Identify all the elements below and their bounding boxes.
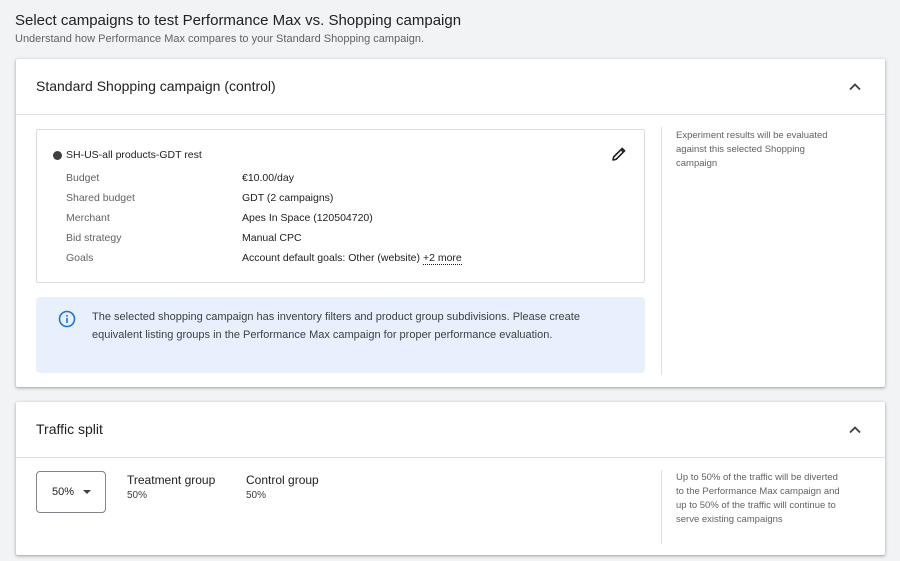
merchant-value: Apes In Space (120504720) bbox=[242, 212, 373, 224]
bid-strategy-label: Bid strategy bbox=[66, 232, 122, 244]
shared-budget-label: Shared budget bbox=[66, 192, 135, 204]
traffic-split-select[interactable]: 50% bbox=[36, 471, 106, 513]
caret-down-icon bbox=[83, 490, 91, 494]
info-text: The selected shopping campaign has inven… bbox=[92, 311, 580, 341]
goals-more-link[interactable]: +2 more bbox=[422, 252, 462, 265]
info-banner: The selected shopping campaign has inven… bbox=[36, 297, 645, 373]
control-group-label: Control group bbox=[246, 473, 319, 487]
traffic-split-card: Traffic split 50% Treatment group 50% Co… bbox=[16, 402, 885, 555]
traffic-split-value: 50% bbox=[52, 486, 75, 498]
control-group-value: 50% bbox=[246, 490, 267, 501]
campaign-summary: SH-US-all products-GDT rest Budget €10.0… bbox=[36, 129, 645, 283]
shared-budget-value: GDT (2 campaigns) bbox=[242, 192, 334, 204]
info-icon bbox=[58, 310, 76, 328]
goals-value: Account default goals: Other (website) +… bbox=[242, 252, 462, 265]
control-card-header[interactable]: Standard Shopping campaign (control) bbox=[16, 59, 885, 115]
treatment-group-label: Treatment group bbox=[127, 473, 216, 487]
control-side-note: Experiment results will be evaluated aga… bbox=[676, 130, 828, 169]
goals-label: Goals bbox=[66, 252, 94, 264]
chevron-up-icon[interactable] bbox=[847, 422, 863, 438]
campaign-name: SH-US-all products-GDT rest bbox=[66, 149, 202, 161]
merchant-label: Merchant bbox=[66, 212, 110, 224]
chevron-up-icon[interactable] bbox=[847, 79, 863, 95]
traffic-card-header[interactable]: Traffic split bbox=[16, 402, 885, 458]
pencil-icon[interactable] bbox=[610, 145, 628, 163]
budget-label: Budget bbox=[66, 172, 100, 184]
page-title: Select campaigns to test Performance Max… bbox=[15, 12, 462, 29]
traffic-side-note: Up to 50% of the traffic will be diverte… bbox=[676, 472, 840, 525]
control-card-title: Standard Shopping campaign (control) bbox=[36, 78, 276, 94]
page-subtitle: Understand how Performance Max compares … bbox=[15, 33, 425, 45]
divider bbox=[661, 470, 662, 544]
goals-text: Account default goals: Other (website) bbox=[242, 252, 421, 264]
campaign-status-dot-icon bbox=[53, 151, 62, 160]
control-campaign-card: Standard Shopping campaign (control) SH-… bbox=[16, 59, 885, 387]
bid-strategy-value: Manual CPC bbox=[242, 232, 302, 244]
budget-value: €10.00/day bbox=[242, 172, 294, 184]
treatment-group-value: 50% bbox=[127, 490, 148, 501]
traffic-card-title: Traffic split bbox=[36, 421, 103, 437]
divider bbox=[661, 127, 662, 375]
